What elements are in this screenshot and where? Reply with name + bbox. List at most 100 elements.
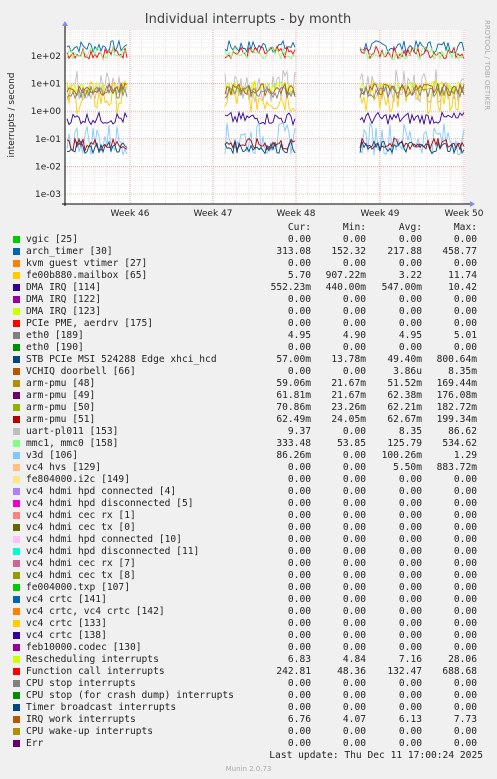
legend-cur: 0.00: [287, 726, 311, 737]
munin-version: Munin 2.0.73: [225, 765, 272, 773]
legend-row: uart-pl011 [153] 9.37 0.00 8.35 86.62: [0, 426, 497, 438]
legend-row: arm-pmu [51] 62.49m 24.05m 62.67m 199.34m: [0, 414, 497, 426]
y-axis-label: interrupts / second: [7, 73, 17, 158]
legend-min: 0.00: [342, 738, 366, 749]
legend-max: 0.00: [453, 618, 477, 629]
legend-min: 0.00: [342, 558, 366, 569]
legend-max: 0.00: [453, 294, 477, 305]
legend-swatch: [13, 380, 20, 387]
legend-row: vc4 hdmi cec rx [1] 0.00 0.00 0.00 0.00: [0, 510, 497, 522]
legend-min: 53.85: [337, 438, 366, 449]
legend-swatch: [13, 404, 20, 411]
legend-max: 0.00: [453, 258, 477, 269]
legend-cur: 0.00: [287, 594, 311, 605]
legend-name: vc4 hdmi hpd connected [4]: [26, 486, 177, 497]
legend-name: CPU wake-up interrupts: [26, 726, 154, 737]
legend-avg: 3.22: [398, 270, 422, 281]
legend-cur: 0.00: [287, 678, 311, 689]
legend-cur: 0.00: [287, 474, 311, 485]
y-tick-label: 1e+01: [31, 80, 61, 90]
legend-row: CPU stop (for crash dump) interrupts 0.00…: [0, 690, 497, 702]
legend-swatch: [13, 392, 20, 399]
legend-avg: 0.00: [398, 510, 422, 521]
legend-header: Cur: Min: Avg: Max:: [0, 222, 497, 234]
legend-max: 5.01: [453, 330, 477, 341]
legend-cur: 0.00: [287, 558, 311, 569]
legend-max: 0.00: [453, 690, 477, 701]
legend-cur: 242.81: [276, 666, 311, 677]
legend-swatch: [13, 512, 20, 519]
y-tick-label: 1e-02: [35, 162, 61, 172]
legend-row: vc4 crtc [133] 0.00 0.00 0.00 0.00: [0, 618, 497, 630]
legend-swatch: [13, 452, 20, 459]
legend-swatch: [13, 656, 20, 663]
legend-max: 800.64m: [436, 354, 477, 365]
legend-max: 0.00: [453, 726, 477, 737]
legend-min: 907.22m: [325, 270, 366, 281]
legend-max: 0.00: [453, 582, 477, 593]
legend-cur: 0.00: [287, 510, 311, 521]
legend-avg: 0.00: [398, 306, 422, 317]
legend-name: arm-pmu [50]: [26, 402, 96, 413]
legend-max: 688.68: [442, 666, 477, 677]
legend-name: eth0 [189]: [26, 330, 84, 341]
legend-row: Function call interrupts 242.81 48.36 132.4…: [0, 666, 497, 678]
legend-name: VCHIQ doorbell [66]: [26, 366, 136, 377]
legend-name: feb10000.codec [130]: [26, 642, 142, 653]
legend-name: STB PCIe MSI 524288 Edge xhci_hcd: [26, 354, 217, 365]
legend-max: 0.00: [453, 534, 477, 545]
legend-cur: 6.83: [287, 654, 311, 665]
legend-row: arch_timer [30] 313.08 152.32 217.88 458.77: [0, 246, 497, 258]
legend-avg: 0.00: [398, 294, 422, 305]
legend-min: 21.67m: [331, 390, 366, 401]
legend-name: vc4 hdmi hpd disconnected [5]: [26, 498, 194, 509]
legend-name: mmc1, mmc0 [158]: [26, 438, 119, 449]
legend-max: 0.00: [453, 486, 477, 497]
legend-name: vc4 hdmi cec rx [1]: [26, 510, 136, 521]
legend-swatch: [13, 536, 20, 543]
legend-name: fe804000.i2c [149]: [26, 474, 130, 485]
legend-row: CPU stop interrupts 0.00 0.00 0.00 0.00: [0, 678, 497, 690]
legend-avg: 0.00: [398, 582, 422, 593]
legend-cur: 0.00: [287, 702, 311, 713]
legend-min: 152.32: [331, 246, 366, 257]
legend-max: 0.00: [453, 570, 477, 581]
legend-name: vc4 crtc [133]: [26, 618, 107, 629]
legend-cur: 59.06m: [276, 378, 311, 389]
legend-name: CPU stop (for crash dump) interrupts: [26, 690, 234, 701]
legend-min: 0.00: [342, 546, 366, 557]
legend-cur: 552.23m: [270, 282, 311, 293]
legend-max: 11.74: [448, 270, 477, 281]
legend-cur: 0.00: [287, 630, 311, 641]
y-tick-label: 1e-03: [35, 190, 61, 200]
legend-name: vc4 hdmi hpd connected [10]: [26, 534, 182, 545]
legend-cur: 0.00: [287, 498, 311, 509]
legend-min: 4.90: [342, 330, 366, 341]
legend-row: vc4 hdmi cec tx [8] 0.00 0.00 0.00 0.00: [0, 570, 497, 582]
legend-cur: 86.26m: [276, 450, 311, 461]
legend-max: 1.29: [453, 450, 477, 461]
legend-avg: 0.00: [398, 234, 422, 245]
legend-cur: 0.00: [287, 294, 311, 305]
legend-cur: 0.00: [287, 306, 311, 317]
legend-name: vc4 hdmi cec tx [8]: [26, 570, 136, 581]
y-axis-arrow: [62, 21, 68, 26]
legend-min: 0.00: [342, 510, 366, 521]
legend-min: 0.00: [342, 318, 366, 329]
legend-min: 440.00m: [325, 282, 366, 293]
legend-max: 0.00: [453, 510, 477, 521]
legend-name: vc4 crtc, vc4 crtc [142]: [26, 606, 165, 617]
legend-swatch: [13, 308, 20, 315]
legend-max: 458.77: [442, 246, 477, 257]
legend-swatch: [13, 716, 20, 723]
legend-min: 48.36: [337, 666, 366, 677]
legend-row: vc4 hvs [129] 0.00 0.00 5.50m 883.72m: [0, 462, 497, 474]
legend-name: fe00b880.mailbox [65]: [26, 270, 148, 281]
legend-cur: 0.00: [287, 462, 311, 473]
legend-swatch: [13, 236, 20, 243]
legend-swatch: [13, 620, 20, 627]
legend-swatch: [13, 260, 20, 267]
legend-max: 0.00: [453, 306, 477, 317]
header-max: Max:: [453, 222, 477, 233]
legend-min: 23.26m: [331, 402, 366, 413]
